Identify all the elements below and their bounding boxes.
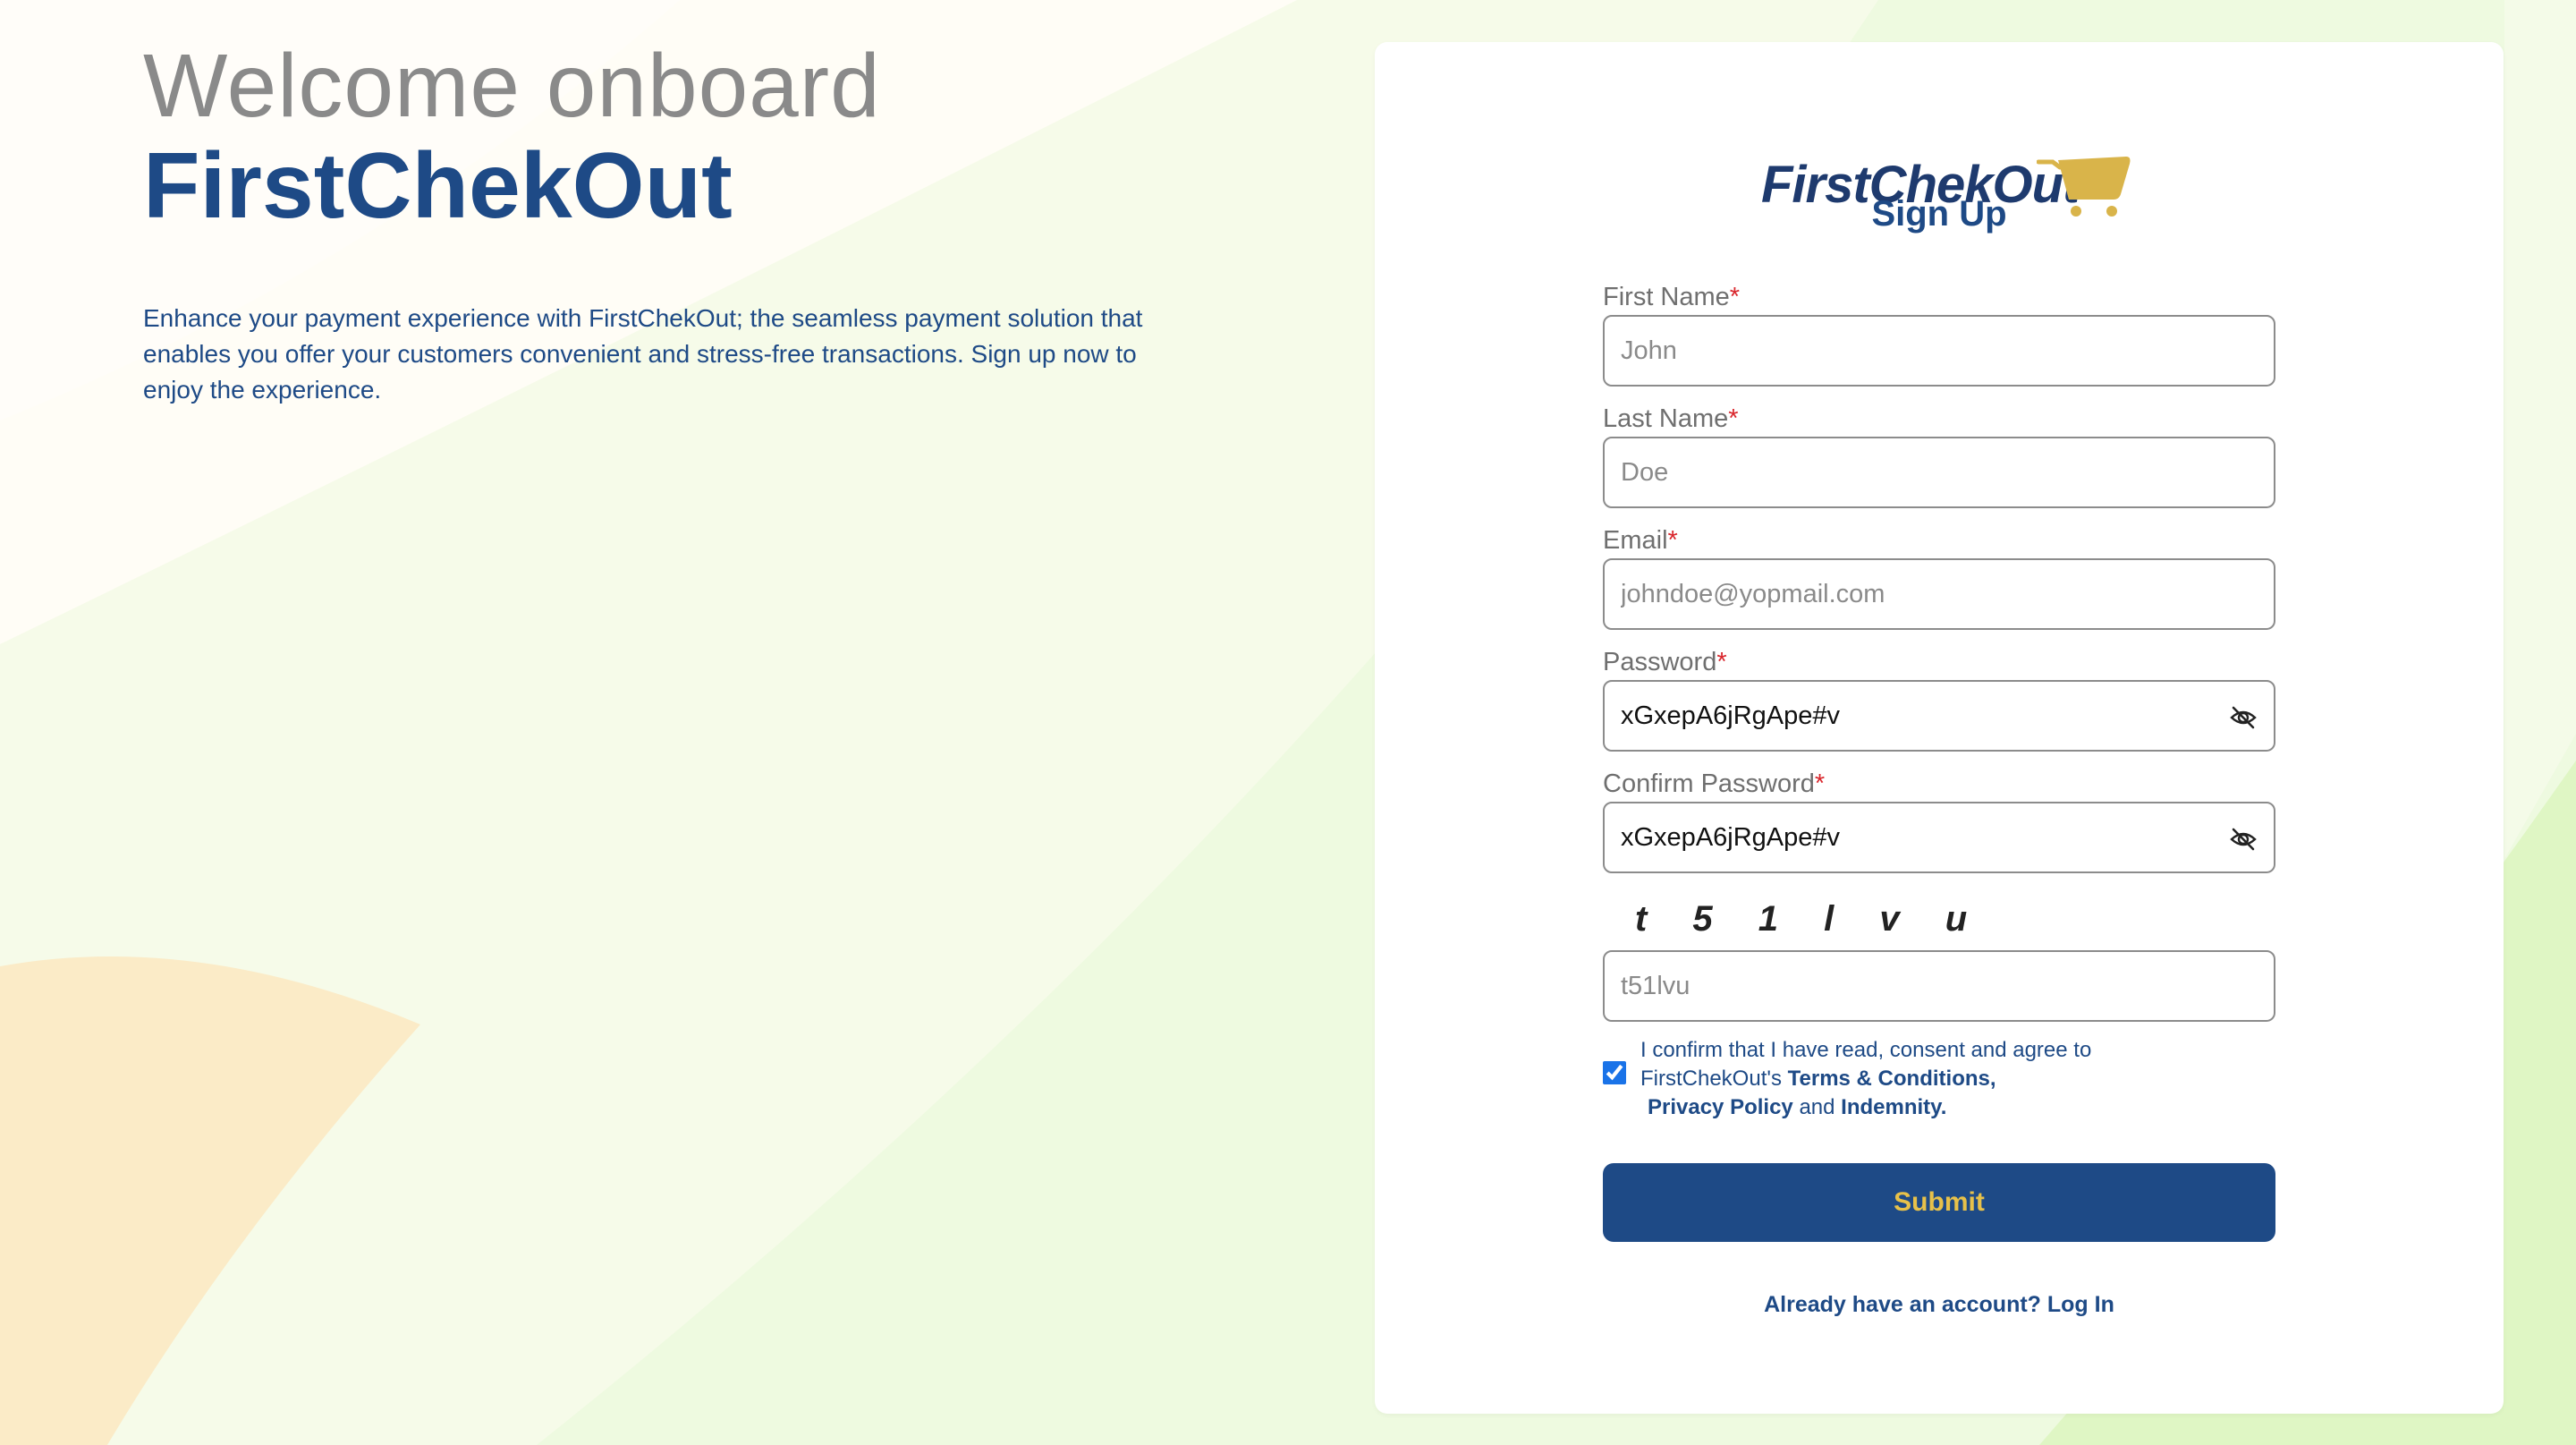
first-name-field-wrapper bbox=[1603, 315, 2275, 387]
last-name-label: Last Name* bbox=[1603, 401, 2275, 437]
first-name-label: First Name* bbox=[1603, 279, 2275, 315]
email-label-text: Email bbox=[1603, 526, 1668, 555]
email-field-wrapper bbox=[1603, 558, 2275, 630]
privacy-policy-link[interactable]: Privacy Policy bbox=[1648, 1095, 1793, 1119]
consent-line-1: I confirm that I have read, consent and … bbox=[1640, 1038, 2092, 1062]
last-name-label-text: Last Name bbox=[1603, 404, 1729, 433]
consent-text: I confirm that I have read, consent and … bbox=[1640, 1036, 2177, 1122]
email-label: Email* bbox=[1603, 523, 2275, 558]
consent-line-2: FirstChekOut's Terms & Conditions, bbox=[1640, 1065, 2177, 1093]
login-prompt: Already have an account? Log In bbox=[1603, 1292, 2275, 1318]
confirm-password-label-text: Confirm Password bbox=[1603, 769, 1815, 798]
confirm-password-input[interactable] bbox=[1605, 803, 2274, 871]
password-label: Password* bbox=[1603, 644, 2275, 680]
consent-and-word: and bbox=[1799, 1095, 1835, 1119]
password-field-wrapper bbox=[1603, 680, 2275, 752]
terms-link[interactable]: Terms & Conditions, bbox=[1788, 1067, 1996, 1091]
required-asterisk: * bbox=[1728, 404, 1739, 433]
required-asterisk: * bbox=[1716, 648, 1727, 676]
captcha-image: t 5 1 l v u bbox=[1635, 899, 1986, 939]
consent-line-3: Privacy Policy and Indemnity. bbox=[1640, 1093, 2177, 1122]
last-name-field-wrapper bbox=[1603, 437, 2275, 508]
hero-description: Enhance your payment experience with Fir… bbox=[143, 304, 1143, 404]
captcha-input[interactable] bbox=[1605, 952, 2274, 1020]
captcha-field-wrapper bbox=[1603, 950, 2275, 1022]
confirm-password-field-wrapper bbox=[1603, 802, 2275, 873]
login-prompt-text: Already have an account? bbox=[1764, 1292, 2041, 1317]
last-name-input[interactable] bbox=[1605, 438, 2274, 506]
required-asterisk: * bbox=[1667, 526, 1678, 555]
indemnity-link[interactable]: Indemnity. bbox=[1841, 1095, 1946, 1119]
email-input[interactable] bbox=[1605, 560, 2274, 628]
first-name-input[interactable] bbox=[1605, 317, 2274, 385]
confirm-password-label: Confirm Password* bbox=[1603, 766, 2275, 802]
consent-brand-text: FirstChekOut's bbox=[1640, 1067, 1782, 1091]
signup-form: First Name* Last Name* Email* Password* bbox=[1603, 279, 2275, 1318]
signup-title: Sign Up bbox=[1871, 194, 2007, 234]
required-asterisk: * bbox=[1814, 769, 1826, 798]
consent-checkbox[interactable] bbox=[1603, 1061, 1626, 1084]
password-label-text: Password bbox=[1603, 648, 1717, 676]
submit-button[interactable]: Submit bbox=[1603, 1163, 2275, 1242]
login-link[interactable]: Log In bbox=[2047, 1292, 2114, 1317]
eye-slash-icon[interactable] bbox=[2229, 825, 2258, 854]
hero-section: Welcome onboard FirstChekOut Enhance you… bbox=[143, 36, 1216, 408]
consent-section: I confirm that I have read, consent and … bbox=[1603, 1036, 2275, 1140]
hero-welcome-heading: Welcome onboard bbox=[143, 36, 881, 136]
signup-card: FirstChekOut Sign Up First Name* Last Na… bbox=[1375, 42, 2504, 1414]
required-asterisk: * bbox=[1729, 283, 1741, 311]
hero-brand-heading: FirstChekOut bbox=[143, 134, 733, 238]
first-name-label-text: First Name bbox=[1603, 283, 1730, 311]
eye-slash-icon[interactable] bbox=[2229, 703, 2258, 732]
password-input[interactable] bbox=[1605, 682, 2274, 750]
